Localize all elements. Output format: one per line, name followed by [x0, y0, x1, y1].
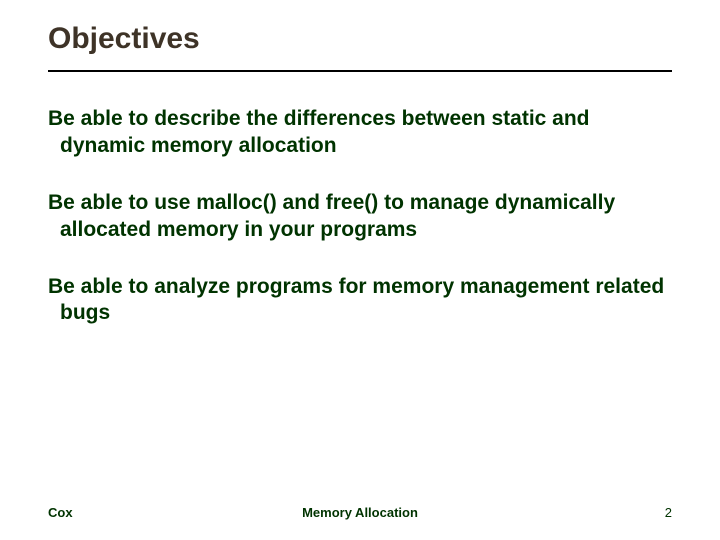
footer-topic: Memory Allocation: [48, 505, 672, 520]
list-item: Be able to analyze programs for memory m…: [48, 274, 672, 328]
title-underline: [48, 70, 672, 72]
slide-footer: Cox Memory Allocation 2: [48, 505, 672, 520]
slide: Objectives Be able to describe the diffe…: [0, 0, 720, 540]
list-item: Be able to use malloc() and free() to ma…: [48, 190, 672, 244]
slide-title: Objectives: [48, 22, 672, 66]
objectives-list: Be able to describe the differences betw…: [48, 106, 672, 327]
list-item: Be able to describe the differences betw…: [48, 106, 672, 160]
